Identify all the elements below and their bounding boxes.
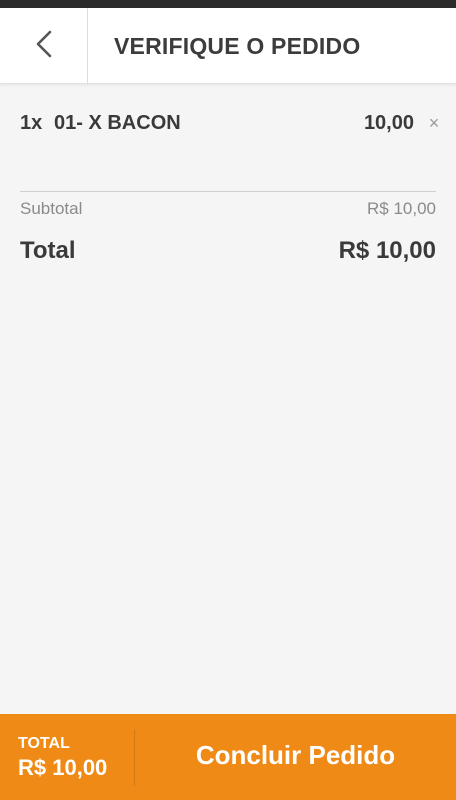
summary-divider bbox=[20, 191, 436, 192]
chevron-left-icon bbox=[35, 29, 53, 64]
remove-item-button[interactable]: × bbox=[424, 113, 444, 133]
status-bar bbox=[0, 0, 456, 8]
subtotal-value: R$ 10,00 bbox=[367, 199, 436, 218]
close-icon: × bbox=[428, 112, 440, 133]
app-header: VERIFIQUE O PEDIDO bbox=[0, 8, 456, 84]
total-row: Total R$ 10,00 bbox=[20, 234, 436, 268]
subtotal-label: Subtotal bbox=[20, 199, 83, 218]
item-quantity: 1x bbox=[20, 111, 43, 134]
subtotal-row: Subtotal R$ 10,00 bbox=[20, 197, 436, 221]
total-label: Total bbox=[20, 237, 76, 264]
confirm-order-button[interactable]: Concluir Pedido bbox=[135, 714, 456, 800]
checkout-footer: TOTAL R$ 10,00 Concluir Pedido bbox=[0, 714, 456, 800]
footer-total: TOTAL R$ 10,00 bbox=[0, 730, 135, 786]
item-price: 10,00 bbox=[363, 111, 414, 134]
item-name: 01- X BACON bbox=[54, 111, 181, 134]
page-title: VERIFIQUE O PEDIDO bbox=[114, 32, 361, 59]
footer-total-label: TOTAL bbox=[18, 735, 70, 752]
total-value: R$ 10,00 bbox=[338, 237, 436, 264]
order-item: 1x 01- X BACON 10,00 × bbox=[20, 108, 444, 138]
footer-total-value: R$ 10,00 bbox=[18, 755, 108, 780]
back-button[interactable] bbox=[0, 8, 88, 84]
